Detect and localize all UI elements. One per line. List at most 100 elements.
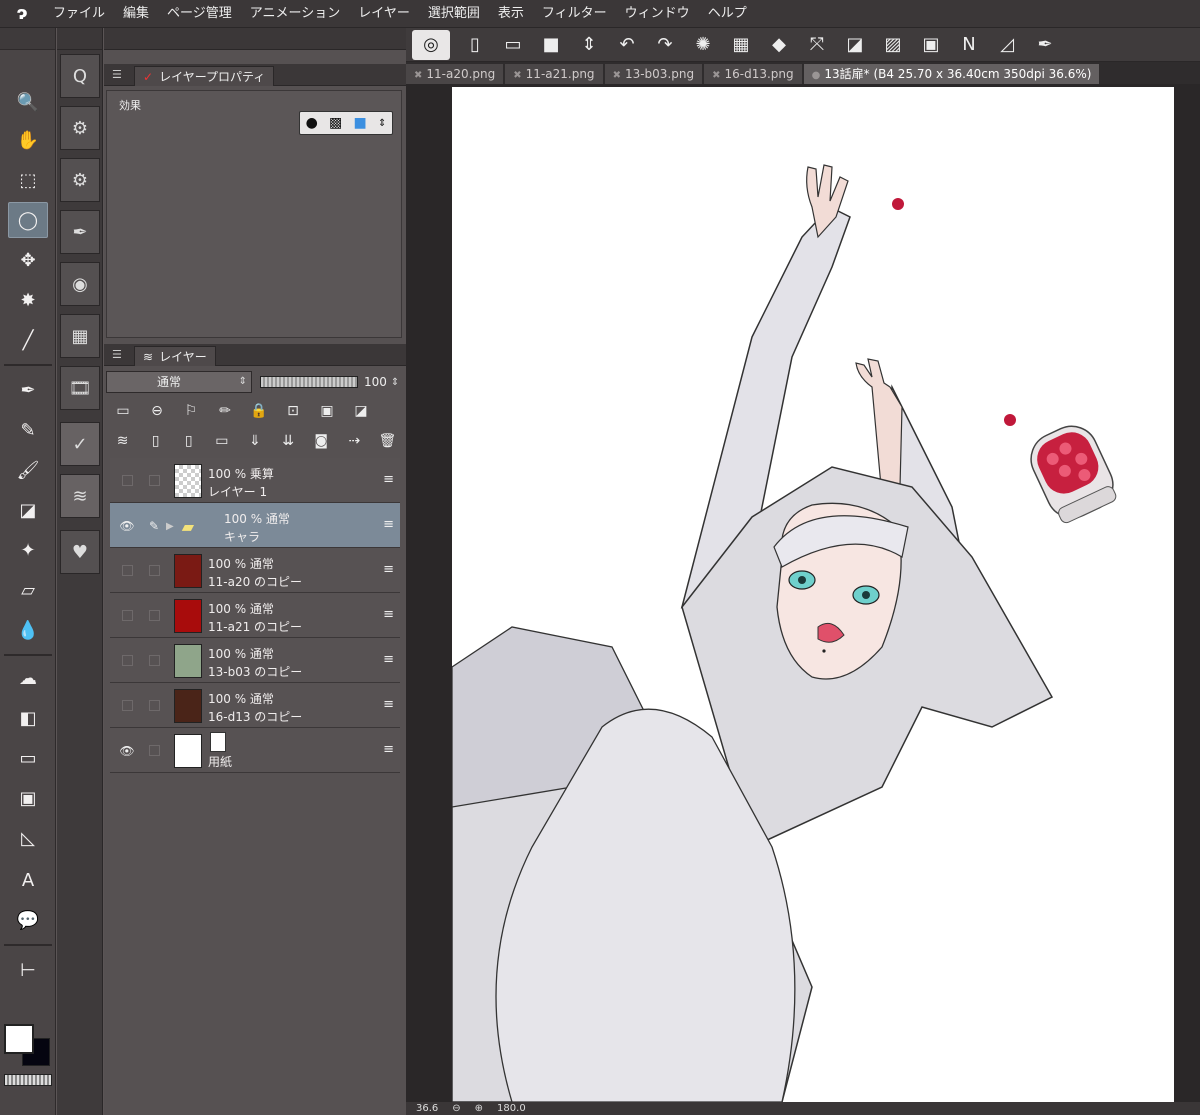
sub-tool-icon[interactable]: ⚙ bbox=[60, 106, 100, 150]
create-mask-icon[interactable]: ◙ bbox=[305, 428, 338, 454]
transparent-color-icon[interactable] bbox=[4, 1074, 52, 1086]
airbrush-icon[interactable]: ◪ bbox=[8, 492, 48, 528]
tab-document-active[interactable]: ● 13話扉* (B4 25.70 x 36.40cm 350dpi 36.6%) bbox=[803, 64, 1100, 84]
ruler-icon[interactable]: ◪ bbox=[836, 30, 874, 60]
draft-icon[interactable]: ✏ bbox=[208, 398, 242, 424]
zoom-icon[interactable]: 🔍 bbox=[8, 84, 48, 120]
opacity-slider[interactable] bbox=[260, 376, 358, 388]
swap-icon[interactable]: ⇕ bbox=[570, 30, 608, 60]
layer-menu-icon[interactable]: ≡ bbox=[383, 697, 394, 712]
visibility-toggle[interactable] bbox=[114, 638, 140, 683]
eye-icon[interactable]: 👁 bbox=[114, 503, 140, 548]
figure-icon[interactable]: ▭ bbox=[8, 740, 48, 776]
reference-icon[interactable]: ⚐ bbox=[174, 398, 208, 424]
shade-icon[interactable]: ▨ bbox=[874, 30, 912, 60]
curve-icon[interactable]: ◿ bbox=[988, 30, 1026, 60]
zoom-out-icon[interactable]: ⊖ bbox=[452, 1103, 460, 1114]
ruler-icon[interactable]: ◺ bbox=[8, 820, 48, 856]
edit-toggle[interactable] bbox=[142, 728, 166, 773]
stroke-icon[interactable]: N bbox=[950, 30, 988, 60]
eyedropper-icon[interactable]: ╱ bbox=[8, 322, 48, 358]
color-set-icon[interactable]: ▦ bbox=[60, 314, 100, 358]
frame-icon[interactable]: ▣ bbox=[8, 780, 48, 816]
close-icon[interactable]: ✖ bbox=[712, 70, 720, 81]
eraser-icon[interactable]: ▱ bbox=[8, 572, 48, 608]
decoration-icon[interactable]: ✦ bbox=[8, 532, 48, 568]
tool-palette-header[interactable] bbox=[0, 28, 55, 50]
edit-toggle[interactable] bbox=[142, 548, 166, 593]
layer-row[interactable]: 100 % 通常 16-d13 のコピー ≡ bbox=[110, 683, 400, 728]
select-icon[interactable]: ▣ bbox=[912, 30, 950, 60]
layer-menu-icon[interactable]: ≡ bbox=[383, 742, 394, 757]
move-icon[interactable]: ✥ bbox=[8, 242, 48, 278]
close-icon[interactable]: ✖ bbox=[414, 70, 422, 81]
balloon-icon[interactable]: 💬 bbox=[8, 902, 48, 938]
edit-toggle[interactable] bbox=[142, 593, 166, 638]
new-icon[interactable]: ▯ bbox=[456, 30, 494, 60]
undo-icon[interactable]: ↶ bbox=[608, 30, 646, 60]
transfer-down-icon[interactable]: ⇓ bbox=[238, 428, 271, 454]
lock-icon[interactable]: 🔒 bbox=[242, 398, 276, 424]
operation-icon[interactable]: ⬚ bbox=[8, 162, 48, 198]
lasso-icon[interactable]: ◯ bbox=[8, 202, 48, 238]
tab-layer[interactable]: ≋ レイヤー bbox=[134, 346, 216, 366]
layer-menu-icon[interactable]: ≡ bbox=[383, 517, 394, 532]
layer-row[interactable]: 👁 ✎ ▶ ▰ 100 % 通常 キャラ ≡ bbox=[110, 503, 400, 548]
close-icon[interactable]: ✖ bbox=[613, 70, 621, 81]
apply-mask-icon[interactable]: ⇢ bbox=[338, 428, 371, 454]
tone-effect-icon[interactable]: ▩ bbox=[329, 115, 342, 131]
settings-icon[interactable]: ✺ bbox=[684, 30, 722, 60]
menu-edit[interactable]: 編集 bbox=[114, 0, 158, 28]
timeline-icon[interactable]: 🎞 bbox=[60, 366, 100, 410]
material-icon[interactable]: ♥ bbox=[60, 530, 100, 574]
clip-icon[interactable]: ⊖ bbox=[140, 398, 174, 424]
layer-panel-icon[interactable]: ≋ bbox=[60, 474, 100, 518]
visibility-toggle[interactable] bbox=[114, 458, 140, 503]
panel-menu-icon[interactable]: ☰ bbox=[112, 348, 122, 361]
canvas-area[interactable] bbox=[406, 84, 1200, 1102]
layer-stack-icon[interactable]: ≋ bbox=[106, 428, 139, 454]
new-folder-icon[interactable]: ▭ bbox=[205, 428, 238, 454]
layer-menu-icon[interactable]: ≡ bbox=[383, 607, 394, 622]
eye-icon[interactable]: 👁 bbox=[114, 728, 140, 773]
gradient-icon[interactable]: ◧ bbox=[8, 700, 48, 736]
open-icon[interactable]: ▭ bbox=[494, 30, 532, 60]
transform-icon[interactable]: ▦ bbox=[722, 30, 760, 60]
menu-file[interactable]: ファイル bbox=[44, 0, 114, 28]
fit-icon[interactable]: ⤧ bbox=[798, 30, 836, 60]
close-icon[interactable]: ✖ bbox=[513, 70, 521, 81]
menu-view[interactable]: 表示 bbox=[489, 0, 533, 28]
merge-down-icon[interactable]: ⇊ bbox=[272, 428, 305, 454]
fill-icon[interactable]: ☁ bbox=[8, 660, 48, 696]
mask-icon[interactable]: ▣ bbox=[310, 398, 344, 424]
visibility-toggle[interactable] bbox=[114, 548, 140, 593]
tab-layer-property[interactable]: ✓ レイヤープロパティ bbox=[134, 66, 275, 86]
edit-pen-icon[interactable]: ✎ bbox=[142, 503, 166, 548]
layer-menu-icon[interactable]: ≡ bbox=[383, 652, 394, 667]
blend-icon[interactable]: 💧 bbox=[8, 612, 48, 648]
visibility-toggle[interactable] bbox=[114, 593, 140, 638]
layer-row[interactable]: 100 % 通常 11-a21 のコピー ≡ bbox=[110, 593, 400, 638]
layer-row[interactable]: 100 % 乗算 レイヤー 1 ≡ bbox=[110, 458, 400, 503]
app-logo-icon[interactable]: ɂ bbox=[0, 0, 44, 28]
canvas[interactable] bbox=[452, 87, 1174, 1102]
menu-animation[interactable]: アニメーション bbox=[241, 0, 349, 28]
border-effect-icon[interactable]: ● bbox=[306, 115, 318, 131]
sub-tool-detail-icon[interactable]: ⚙ bbox=[60, 158, 100, 202]
magic-wand-icon[interactable]: ✸ bbox=[8, 282, 48, 318]
menu-window[interactable]: ウィンドウ bbox=[616, 0, 699, 28]
text-icon[interactable]: A bbox=[8, 862, 48, 898]
zoom-in-icon[interactable]: ⊕ bbox=[475, 1103, 483, 1114]
menu-layer[interactable]: レイヤー bbox=[349, 0, 419, 28]
visibility-toggle[interactable] bbox=[114, 683, 140, 728]
pen-icon[interactable]: ✒ bbox=[8, 372, 48, 408]
layer-menu-icon[interactable]: ≡ bbox=[383, 472, 394, 487]
layer-row[interactable]: 100 % 通常 11-a20 のコピー ≡ bbox=[110, 548, 400, 593]
logo-icon[interactable]: ◎ bbox=[412, 29, 450, 60]
color-wheel-icon[interactable]: ◉ bbox=[60, 262, 100, 306]
opacity-value[interactable]: 100 bbox=[364, 375, 387, 389]
layer-row[interactable]: 👁 用紙 ≡ bbox=[110, 728, 400, 773]
pencil-icon[interactable]: ✎ bbox=[8, 412, 48, 448]
redo-icon[interactable]: ↷ bbox=[646, 30, 684, 60]
pen-icon[interactable]: ✒ bbox=[1026, 30, 1064, 60]
